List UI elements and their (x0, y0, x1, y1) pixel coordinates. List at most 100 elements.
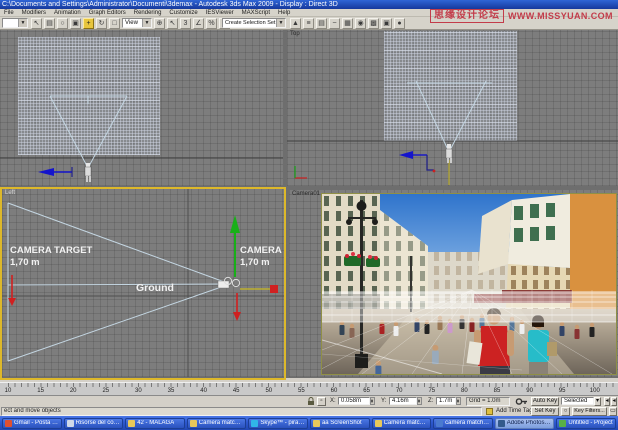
render-setup-icon[interactable]: ▩ (368, 18, 379, 29)
frame-tick-20: 20 (69, 388, 77, 394)
curve-editor-icon[interactable]: ~ (329, 18, 340, 29)
title-bar: C:\Documents and Settings\Administrator\… (0, 0, 618, 9)
viewport-front-overlay (0, 95, 283, 182)
percent-snap-icon[interactable]: % (206, 18, 217, 29)
go-to-start-icon[interactable]: ◂ (604, 397, 610, 406)
frame-tick-60: 60 (330, 388, 338, 394)
reference-coordinate-dropdown[interactable]: View ▼ (122, 18, 152, 28)
undo-dropdown[interactable]: ▼ (2, 18, 28, 28)
set-key-button[interactable]: Set Key (531, 407, 559, 416)
frame-tick-65: 65 (363, 388, 370, 394)
select-and-rotate-icon[interactable]: ↻ (96, 18, 107, 29)
viewport-top-overlay (287, 80, 618, 185)
key-mode-dropdown[interactable]: Selected (561, 397, 594, 405)
folder-icon (374, 419, 382, 427)
previous-frame-icon[interactable]: ◂ (611, 397, 617, 406)
camera-target-height: 1,70 m (10, 257, 40, 268)
grid-setting: Grid = 1.0m (466, 397, 510, 406)
x-spinner[interactable] (370, 397, 375, 405)
status-row-prompt: ect and move objects Add Time Tag Set Ke… (0, 407, 618, 416)
selection-region-circle-icon[interactable]: ○ (57, 18, 68, 29)
frame-tick-80: 80 (461, 388, 468, 394)
tape-helper-arrow (399, 151, 436, 173)
auto-key-button[interactable]: Auto Key (531, 397, 559, 406)
taskbar-item-camera-match-gue[interactable]: camera match - gue... (433, 417, 493, 429)
taskbar-item-adobe-photoshop-cs3[interactable]: Adobe Photoshop CS3 (494, 417, 555, 429)
select-and-manipulate-icon[interactable]: ↖ (167, 18, 178, 29)
status-row-coords: ▫ X: 0.058m Y: 4.16m Z: 1.7m Grid = 1.0m… (0, 396, 618, 407)
taskbar-item-risorse-del-computer[interactable]: Risorse del computer (63, 417, 124, 429)
z-spinner[interactable] (456, 397, 461, 405)
taskbar-item-label: camera match - gue... (445, 420, 490, 426)
menu-file[interactable]: File (0, 9, 18, 16)
menu-customize[interactable]: Customize (165, 9, 201, 16)
y-coordinate-field[interactable]: 4.16m (389, 397, 417, 405)
frame-tick-95: 95 (558, 388, 566, 394)
taskbar-item-aa-screenshot[interactable]: aa ScreenShot (309, 417, 370, 429)
mirror-icon[interactable]: ▲ (290, 18, 301, 29)
window-title: C:\Documents and Settings\Administrator\… (2, 1, 338, 8)
menu-graph-editors[interactable]: Graph Editors (85, 9, 130, 16)
prompt-line: ect and move objects (1, 407, 482, 416)
menu-iesviewer[interactable]: IESViewer (202, 9, 238, 16)
snap-toggle-icon[interactable]: 3 (180, 18, 191, 29)
viewport-camera01[interactable]: Camera01 (289, 190, 618, 377)
taskbar-item-skype-piratazzurro[interactable]: Skype™ - piratazzurro (248, 417, 308, 429)
absolute-mode-toggle[interactable]: ▫ (317, 397, 326, 406)
select-by-name-icon[interactable]: ▤ (44, 18, 55, 29)
x-coordinate-field[interactable]: 0.058m (338, 397, 370, 405)
use-pivot-icon[interactable]: ⊕ (154, 18, 165, 29)
chevron-down-icon[interactable]: ▾ (594, 397, 601, 406)
menu-maxscript[interactable]: MAXScript (238, 9, 274, 16)
layer-manager-icon[interactable]: ▤ (316, 18, 327, 29)
add-time-tag[interactable]: Add Time Tag (496, 408, 533, 414)
key-filters-button[interactable]: Key Filters... (572, 407, 607, 416)
viewport-top[interactable]: Top (287, 30, 618, 186)
street-photo (322, 194, 616, 374)
taskbar-item-label: Skype™ - piratazzurro (260, 420, 305, 426)
y-spinner[interactable] (417, 397, 422, 405)
camera-fov-cone (49, 95, 128, 170)
taskbar-item-gmail-posta-priorita[interactable]: Gmail - Posta priorita... (2, 417, 62, 429)
taskbar-item-label: Camera match - gue... (383, 420, 429, 426)
rendered-frame-icon[interactable]: ▣ (381, 18, 392, 29)
menu-animation[interactable]: Animation (50, 9, 85, 16)
z-coordinate-field[interactable]: 1.7m (436, 397, 456, 405)
viewport-front[interactable] (0, 30, 283, 186)
quick-render-icon[interactable]: ● (394, 18, 405, 29)
x-label: X: (330, 398, 336, 404)
taskbar-item-camera-match-gue[interactable]: Camera match - gue... (371, 417, 432, 429)
selection-set-dropdown[interactable]: Create Selection Set ▼ (222, 18, 286, 28)
menu-modifiers[interactable]: Modifiers (18, 9, 50, 16)
window-crossing-icon[interactable]: ▣ (70, 18, 81, 29)
max-file-icon (436, 419, 444, 427)
time-tag-icon (486, 408, 493, 415)
z-label: Z: (428, 398, 434, 404)
y-label: Y: (381, 398, 387, 404)
track-bar[interactable]: 10 15 20 25 30 35 40 45 50 55 60 65 70 75 80 85 90 95 100 (0, 382, 618, 396)
background-photo-frame (321, 193, 617, 375)
select-and-scale-icon[interactable]: □ (109, 18, 120, 29)
window-resize-icon[interactable]: ▭ (609, 407, 617, 416)
angle-snap-icon[interactable]: ∠ (193, 18, 204, 29)
camera-icon (84, 163, 92, 182)
frame-tick-50: 50 (265, 388, 273, 394)
menu-help[interactable]: Help (274, 9, 294, 16)
taskbar-item-untitled-project[interactable]: Untitled - Project (556, 417, 616, 429)
select-and-move-icon[interactable]: + (83, 18, 94, 29)
schematic-view-icon[interactable]: ▦ (342, 18, 353, 29)
set-keys-icon[interactable] (515, 397, 528, 406)
key-filter-icon[interactable]: ○ (561, 407, 570, 416)
viewport-top-label[interactable]: Top (290, 31, 300, 37)
select-object-icon[interactable]: ↖ (31, 18, 42, 29)
taskbar-item-label: Gmail - Posta priorita... (14, 420, 59, 426)
viewport-camera-label[interactable]: Camera01 (292, 191, 320, 197)
selection-lock-icon[interactable] (307, 397, 315, 406)
material-editor-icon[interactable]: ◉ (355, 18, 366, 29)
menu-rendering[interactable]: Rendering (130, 9, 166, 16)
viewport-left[interactable]: Left CAMERA TARGET 1,70 m CAMERA 1,70 m … (2, 189, 284, 377)
taskbar-item-camera-match-gue[interactable]: Camera match - gue... (186, 417, 247, 429)
taskbar-item-42-malaga[interactable]: 42 - MALAGA (125, 417, 185, 429)
viewport-left-label[interactable]: Left (5, 190, 15, 196)
align-icon[interactable]: ≡ (303, 18, 314, 29)
